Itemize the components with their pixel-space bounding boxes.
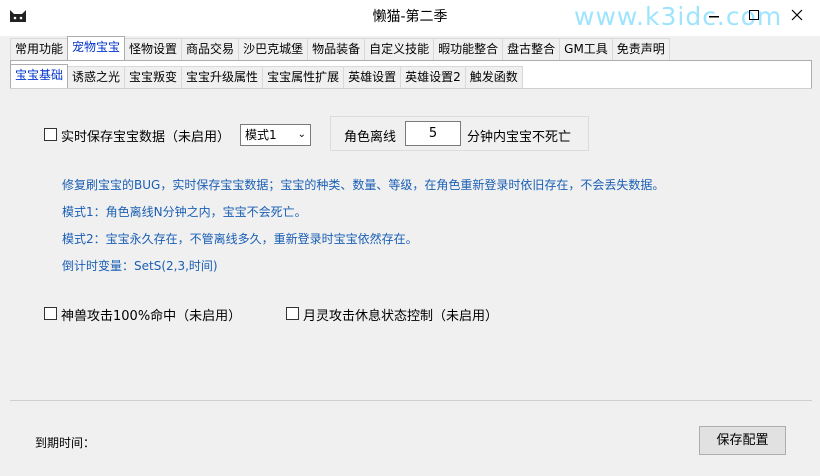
offline-suffix-label: 分钟内宝宝不死亡	[467, 130, 572, 145]
moon-spirit-label: 月灵攻击休息状态控制（未启用）	[303, 309, 499, 324]
close-button[interactable]	[774, 0, 820, 30]
tab-sabak[interactable]: 沙巴克城堡	[238, 38, 309, 60]
expiry-label: 到期时间：	[35, 436, 96, 450]
tab-pet-levelup[interactable]: 宝宝升级属性	[181, 66, 264, 88]
tab-custom-skill[interactable]: 自定义技能	[364, 38, 435, 60]
beast-hit-label: 神兽攻击100%命中（未启用）	[61, 309, 242, 324]
tab-lure-light[interactable]: 诱惑之光	[67, 66, 126, 88]
realtime-save-label: 实时保存宝宝数据（未启用）	[61, 130, 231, 145]
maximize-button[interactable]	[734, 0, 774, 30]
minimize-button[interactable]	[694, 0, 734, 30]
tab-integration[interactable]: 暇功能整合	[433, 38, 504, 60]
title-bar: 懒猫-第二季 www.k3idc.com	[0, 0, 820, 36]
tab-pet[interactable]: 宠物宝宝	[67, 36, 126, 60]
tab-monster[interactable]: 怪物设置	[124, 38, 183, 60]
offline-minutes-input[interactable]: 5	[405, 121, 461, 146]
info-line: 修复刷宝宝的BUG，实时保存宝宝数据；宝宝的种类、数量、等级，在角色重新登录时依…	[62, 178, 665, 192]
tab-pet-basic[interactable]: 宝宝基础	[10, 64, 69, 88]
offline-prefix-label: 角色离线	[344, 130, 397, 145]
moon-spirit-checkbox[interactable]	[286, 307, 299, 320]
tab-trigger-functions[interactable]: 触发函数	[464, 66, 523, 88]
tab-equipment[interactable]: 物品装备	[307, 38, 366, 60]
maximize-icon	[749, 10, 759, 20]
tab-common[interactable]: 常用功能	[10, 38, 69, 60]
realtime-save-checkbox[interactable]	[44, 128, 57, 141]
save-config-button[interactable]: 保存配置	[699, 426, 786, 455]
chevron-down-icon: ⌄	[297, 129, 306, 140]
tab-trade[interactable]: 商品交易	[181, 38, 240, 60]
beast-hit-checkbox[interactable]	[44, 307, 57, 320]
tab-pet-rebel[interactable]: 宝宝叛变	[124, 66, 183, 88]
tab-pet-attr-ext[interactable]: 宝宝属性扩展	[262, 66, 345, 88]
tab-hero-settings-2[interactable]: 英雄设置2	[400, 66, 466, 88]
close-icon	[791, 9, 803, 21]
tab-hero-settings[interactable]: 英雄设置	[343, 66, 402, 88]
main-tab-strip: 常用功能 宠物宝宝 怪物设置 商品交易 沙巴克城堡 物品装备 自定义技能 暇功能…	[10, 36, 670, 60]
tab-pangu[interactable]: 盘古整合	[502, 38, 561, 60]
info-line: 模式1：角色离线N分钟之内，宝宝不会死亡。	[62, 205, 307, 219]
footer-divider	[10, 400, 812, 401]
tab-gm-tools[interactable]: GM工具	[559, 38, 613, 60]
tab-disclaimer[interactable]: 免责声明	[611, 38, 670, 60]
mode-select-value: 模式1	[245, 128, 277, 142]
mode-select[interactable]: 模式1 ⌄	[240, 124, 311, 146]
info-line: 倒计时变量：SetS(2,3,时间)	[62, 259, 218, 273]
sub-tab-strip: 宝宝基础 诱惑之光 宝宝叛变 宝宝升级属性 宝宝属性扩展 英雄设置 英雄设置2 …	[10, 64, 523, 88]
minimize-icon	[709, 16, 719, 18]
info-line: 模式2：宝宝永久存在，不管离线多久，重新登录时宝宝依然存在。	[62, 232, 418, 246]
